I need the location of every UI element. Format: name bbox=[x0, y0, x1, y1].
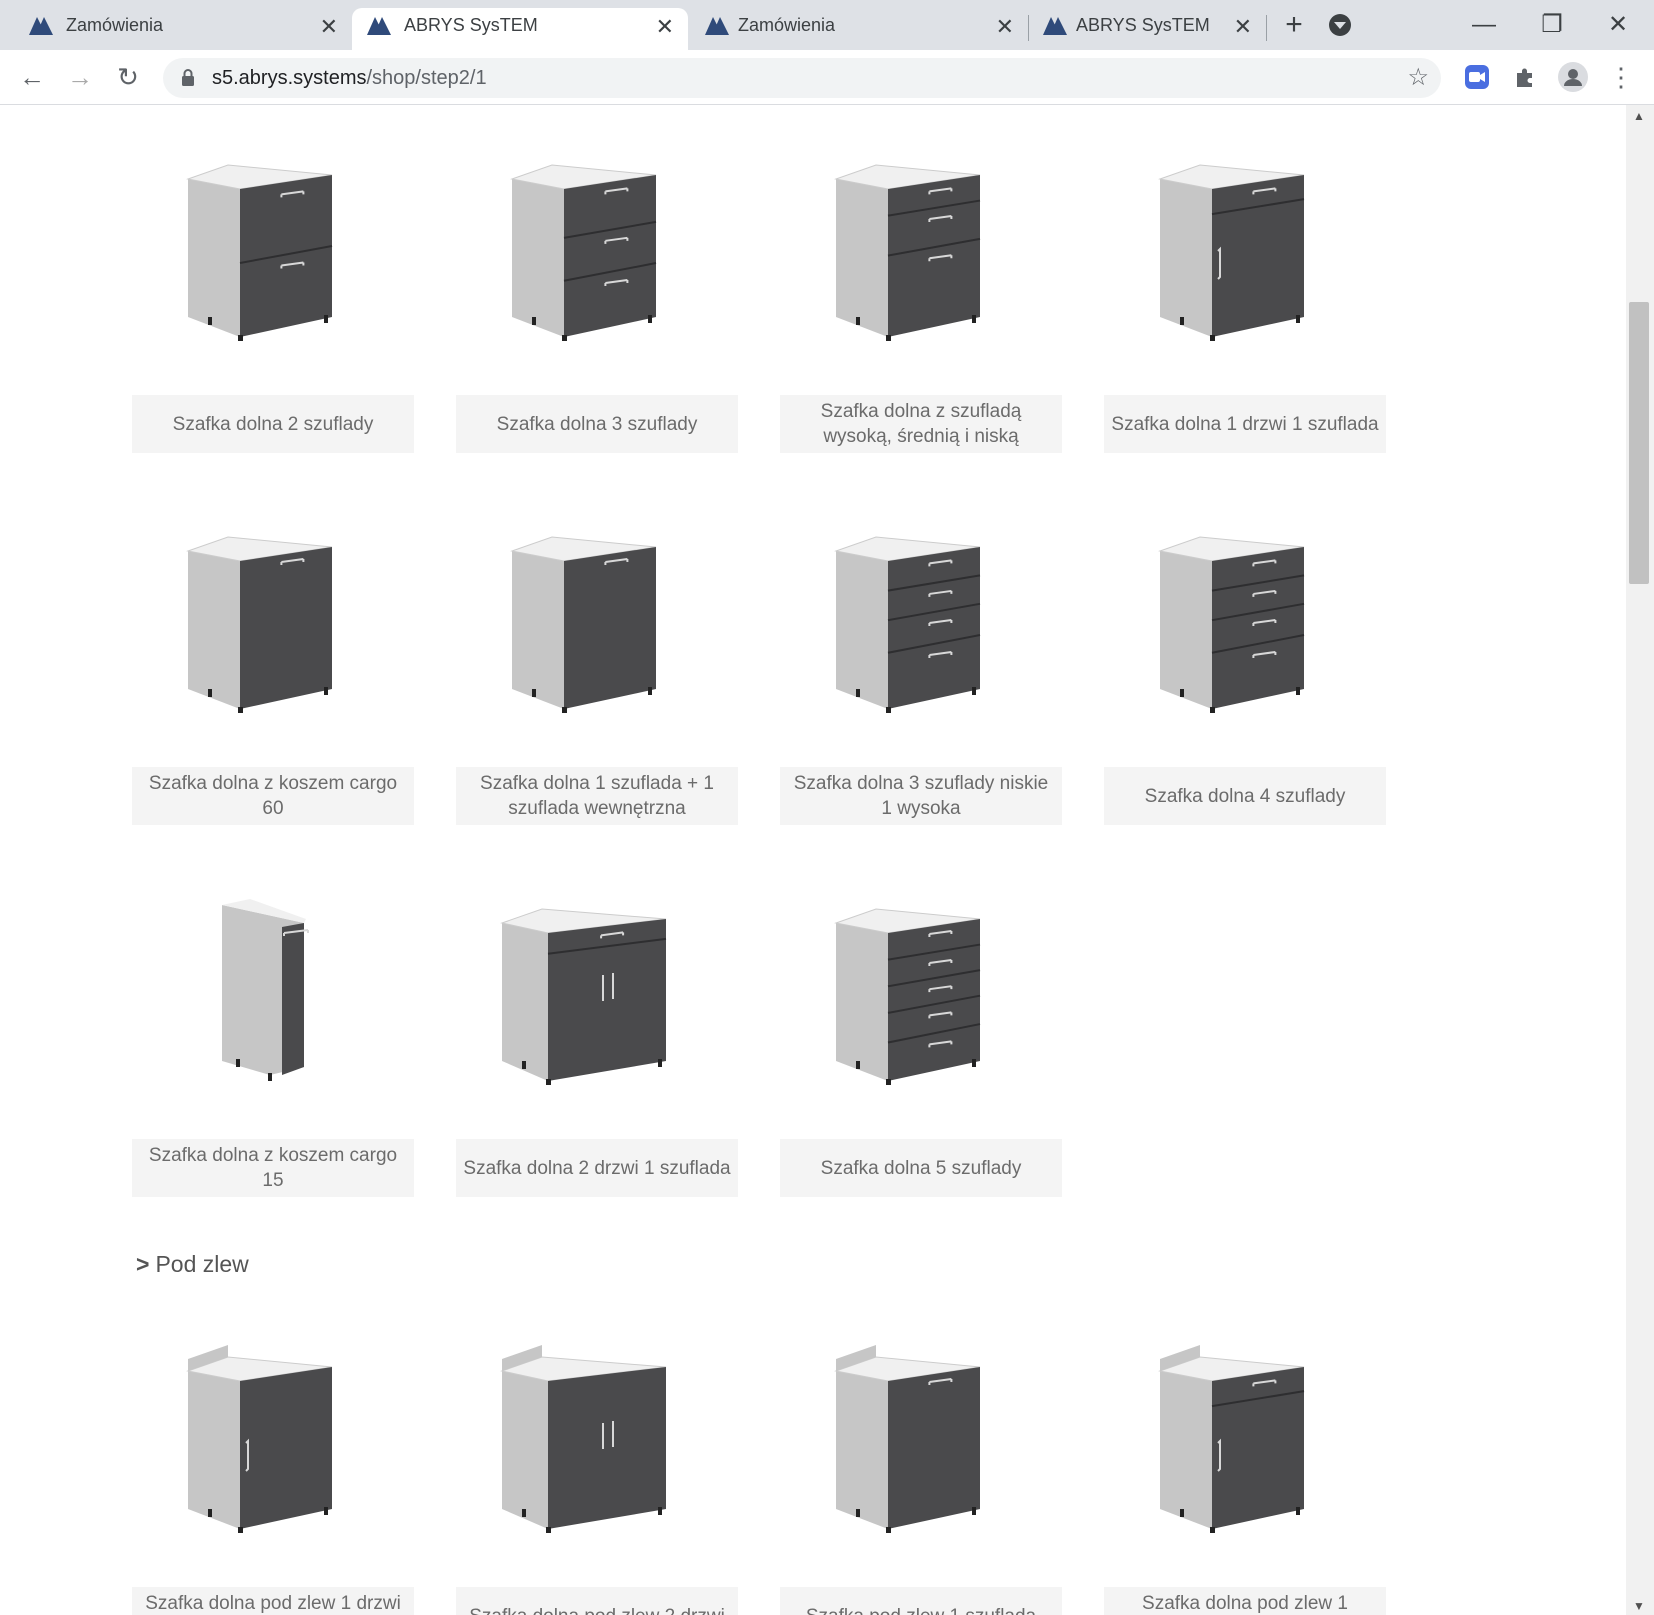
chevron-right-icon: > bbox=[136, 1251, 150, 1277]
product-label[interactable]: Szafka dolna z szufladą wysoką, średnią … bbox=[780, 395, 1062, 453]
product-label[interactable]: Szafka dolna 3 szuflady bbox=[456, 395, 738, 453]
close-icon[interactable]: ✕ bbox=[1234, 10, 1252, 44]
tab-separator bbox=[1266, 15, 1267, 41]
close-icon[interactable]: ✕ bbox=[1600, 10, 1636, 40]
url-host: s5.abrys.systems bbox=[212, 67, 367, 89]
url-path: /shop/step2/1 bbox=[366, 67, 487, 89]
page-content: Szafka dolna 2 szuflady Szafka dolna 3 sz… bbox=[0, 105, 1626, 1615]
product-label[interactable]: Szafka dolna 2 szuflady bbox=[132, 395, 414, 453]
product-image[interactable] bbox=[1104, 1323, 1386, 1536]
product-image[interactable] bbox=[780, 1323, 1062, 1536]
product-label[interactable]: Szafka dolna pod zlew 1 szuflada bbox=[1104, 1587, 1386, 1615]
product-image[interactable] bbox=[456, 503, 738, 716]
tab-abrys-system-active[interactable]: ABRYS SysTEM ✕ bbox=[352, 8, 688, 50]
product-image[interactable] bbox=[1104, 131, 1386, 344]
tab-title: ABRYS SysTEM bbox=[404, 15, 538, 35]
scroll-down-arrow-icon[interactable]: ▼ bbox=[1633, 1599, 1645, 1613]
profile-icon[interactable] bbox=[1558, 62, 1588, 92]
address-bar[interactable]: s5.abrys.systems/shop/step2/1 ☆ bbox=[163, 58, 1441, 98]
product-image[interactable] bbox=[780, 875, 1062, 1088]
tab-strip: Zamówienia ✕ ABRYS SysTEM ✕ Zamówienia ✕… bbox=[0, 0, 1654, 50]
tab-zamowienia-2[interactable]: Zamówienia ✕ bbox=[688, 8, 1028, 50]
product-label[interactable]: Szafka dolna 5 szuflady bbox=[780, 1139, 1062, 1197]
vertical-scrollbar[interactable]: ▲ ▼ bbox=[1626, 105, 1654, 1615]
arrow-left-icon[interactable]: ← bbox=[14, 60, 50, 94]
arrow-right-icon[interactable]: → bbox=[62, 60, 98, 94]
tab-title: ABRYS SysTEM bbox=[1076, 15, 1210, 35]
browser-toolbar: ← → ↻ s5.abrys.systems/shop/step2/1 ☆ ⋮ bbox=[0, 50, 1654, 105]
product-label[interactable]: Szafka dolna 1 szuflada + 1 szuflada wew… bbox=[456, 767, 738, 825]
product-image[interactable] bbox=[132, 1323, 414, 1536]
product-label[interactable]: Szafka dolna 3 szuflady niskie 1 wysoka bbox=[780, 767, 1062, 825]
tab-zamowienia-1[interactable]: Zamówienia ✕ bbox=[0, 8, 352, 50]
reload-icon[interactable]: ↻ bbox=[110, 60, 146, 94]
product-label[interactable]: Szafka dolna pod zlew 1 drzwi z bbox=[132, 1587, 414, 1615]
scroll-up-arrow-icon[interactable]: ▲ bbox=[1633, 109, 1645, 123]
product-label[interactable]: Szafka dolna 4 szuflady bbox=[1104, 767, 1386, 825]
tab-abrys-system-2[interactable]: ABRYS SysTEM ✕ bbox=[1030, 8, 1266, 50]
product-label[interactable]: Szafka dolna 2 drzwi 1 szuflada bbox=[456, 1139, 738, 1197]
product-label[interactable]: Szafka dolna z koszem cargo 60 bbox=[132, 767, 414, 825]
tab-title: Zamówienia bbox=[738, 15, 836, 35]
abrys-logo-icon bbox=[705, 17, 729, 35]
close-icon[interactable]: ✕ bbox=[656, 10, 674, 44]
product-label[interactable]: Szafka dolna z koszem cargo 15 bbox=[132, 1139, 414, 1197]
puzzle-icon[interactable] bbox=[1510, 62, 1540, 92]
abrys-logo-icon bbox=[29, 17, 53, 35]
more-vert-icon[interactable]: ⋮ bbox=[1606, 62, 1636, 92]
product-image[interactable] bbox=[132, 875, 414, 1085]
star-icon[interactable]: ☆ bbox=[1407, 63, 1429, 92]
chevron-down-circle-icon[interactable] bbox=[1322, 10, 1358, 40]
product-label[interactable]: Szafka dolna pod zlew 2 drzwi bbox=[456, 1587, 738, 1615]
product-image[interactable] bbox=[456, 875, 738, 1088]
abrys-logo-icon bbox=[1043, 17, 1067, 35]
product-image[interactable] bbox=[132, 503, 414, 716]
product-image[interactable] bbox=[780, 131, 1062, 344]
product-image[interactable] bbox=[456, 1323, 738, 1536]
url-text: s5.abrys.systems/shop/step2/1 bbox=[212, 67, 487, 90]
restore-icon[interactable]: ❐ bbox=[1534, 10, 1570, 40]
scrollbar-thumb[interactable] bbox=[1629, 302, 1649, 584]
product-image[interactable] bbox=[1104, 503, 1386, 716]
plus-icon[interactable]: + bbox=[1276, 10, 1312, 40]
product-image[interactable] bbox=[780, 503, 1062, 716]
tab-title: Zamówienia bbox=[66, 15, 164, 35]
minimize-icon[interactable]: — bbox=[1466, 10, 1502, 40]
tab-separator bbox=[1028, 15, 1029, 41]
product-image[interactable] bbox=[132, 131, 414, 344]
product-label[interactable]: Szafka pod zlew 1 szuflada bbox=[780, 1587, 1062, 1615]
close-icon[interactable]: ✕ bbox=[996, 10, 1014, 44]
section-title: Pod zlew bbox=[155, 1251, 249, 1277]
section-header-pod-zlew[interactable]: > Pod zlew bbox=[136, 1251, 249, 1278]
close-icon[interactable]: ✕ bbox=[320, 10, 338, 44]
product-image[interactable] bbox=[456, 131, 738, 344]
product-label[interactable]: Szafka dolna 1 drzwi 1 szuflada bbox=[1104, 395, 1386, 453]
lock-icon bbox=[182, 69, 194, 86]
video-camera-icon[interactable] bbox=[1462, 62, 1492, 92]
abrys-logo-icon bbox=[367, 17, 391, 35]
